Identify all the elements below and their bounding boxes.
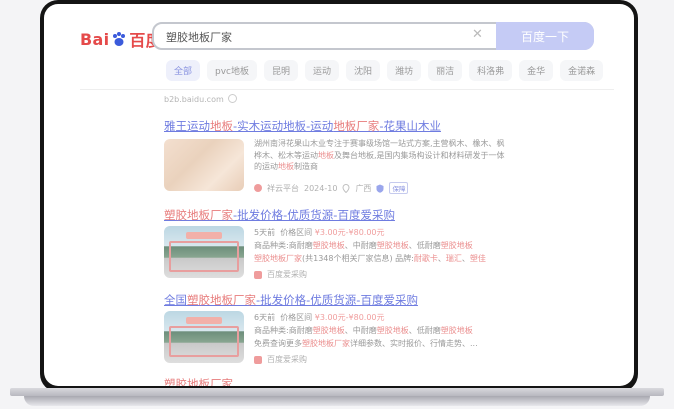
browser-screen: Bai 百度 ✕ 百度一下 全部 pvc地板 昆明 运动 沈阳 潍坊 丽洁 科洛… <box>44 4 634 386</box>
tab-pvc[interactable]: pvc地板 <box>207 60 258 81</box>
search-input[interactable] <box>164 26 458 48</box>
detail-line-3: 免费查询更多塑胶地板厂家详细参数、实时报价、行情走势、... <box>254 339 478 348</box>
shield-icon <box>376 184 384 193</box>
tab-keluofu[interactable]: 科洛弗 <box>469 60 513 81</box>
guarantee-badge: 保障 <box>389 182 409 194</box>
filter-tabs: 全部 pvc地板 昆明 运动 沈阳 潍坊 丽洁 科洛弗 金华 金诺森 <box>166 60 604 81</box>
clear-icon[interactable]: ✕ <box>472 27 483 42</box>
category-line-3: 商品种类:商耐磨塑胶地板、中耐磨塑胶地板、低耐磨塑胶地板 <box>254 326 473 335</box>
result-title-3[interactable]: 全国塑胶地板厂家-批发价格-优质货源-百度爱采购 <box>164 292 418 308</box>
header-divider <box>80 89 614 90</box>
search-button[interactable]: 百度一下 <box>496 22 594 50</box>
result-description-1: 湖州南浔花果山木业专注于赛事级场馆一站式方案,主营枫木、橡木、枫 桦木、松木等运动… <box>254 139 505 171</box>
price-line-2: 5天前 价格区间 ¥3.00元-¥80.00元 <box>254 228 385 237</box>
category-line-2: 商品种类:商耐磨塑胶地板、中耐磨塑胶地板、低耐磨塑胶地板 <box>254 241 473 250</box>
result-thumbnail-wood[interactable] <box>164 139 244 191</box>
result-title-4[interactable]: 塑胶地板厂家 <box>164 376 233 386</box>
tab-sport[interactable]: 运动 <box>305 60 340 81</box>
result-title-2[interactable]: 塑胶地板厂家-批发价格-优质货源-百度爱采购 <box>164 207 395 223</box>
aicaigou-icon <box>254 270 262 279</box>
tab-lijie[interactable]: 丽洁 <box>428 60 463 81</box>
tab-jinnuosen[interactable]: 金诺森 <box>560 60 604 81</box>
brand-line-2: 塑胶地板厂家(共1348个相关厂家信息) 品牌:耐歌卡、瑞汇、塑佳 <box>254 254 486 263</box>
source-url: b2b.baidu.com <box>164 94 237 104</box>
result-thumbnail-floor-2[interactable] <box>164 311 244 363</box>
source-line-3[interactable]: 百度爱采购 <box>254 354 307 365</box>
price-line-3: 6天前 价格区间 ¥3.00元-¥80.00元 <box>254 313 385 322</box>
baidu-logo[interactable]: Bai 百度 <box>80 28 162 51</box>
source-line-2[interactable]: 百度爱采购 <box>254 269 307 280</box>
result-meta-1: 祥云平台 2024-10 广西 保障 <box>254 182 409 194</box>
aicaigou-icon <box>254 355 262 364</box>
info-icon[interactable] <box>227 94 237 103</box>
location-icon <box>342 183 350 193</box>
logo-text-bai: Bai <box>80 29 110 49</box>
tab-weifang[interactable]: 潍坊 <box>387 60 422 81</box>
tab-kunming[interactable]: 昆明 <box>264 60 299 81</box>
tab-jinhua[interactable]: 金华 <box>519 60 554 81</box>
tab-all[interactable]: 全部 <box>166 60 201 81</box>
platform-icon <box>254 184 262 192</box>
paw-icon <box>113 32 126 46</box>
result-title-1[interactable]: 雅王运动地板-实木运动地板-运动地板厂家-花果山木业 <box>164 118 441 134</box>
tab-shenyang[interactable]: 沈阳 <box>346 60 381 81</box>
laptop-base <box>0 388 674 409</box>
result-thumbnail-floor-1[interactable] <box>164 226 244 278</box>
